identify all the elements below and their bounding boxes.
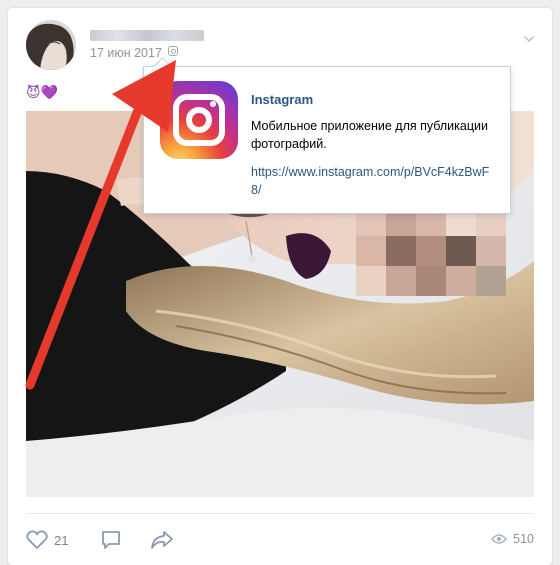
chevron-down-icon[interactable] — [524, 34, 534, 44]
preview-description: Мобильное приложение для публикации фото… — [251, 119, 488, 151]
share-icon — [151, 531, 173, 549]
preview-link[interactable]: https://www.instagram.com/p/BVcF4kzBwF8/ — [251, 163, 491, 199]
comment-button[interactable] — [100, 528, 122, 552]
views-count: 510 — [513, 532, 534, 546]
logo-lens — [186, 107, 212, 133]
share-button[interactable] — [150, 528, 174, 552]
logo-dot — [210, 101, 216, 107]
post-card: 17 июн 2017 😈💜 21 510 Instagram Мобильно… — [8, 8, 552, 565]
avatar[interactable] — [26, 20, 76, 70]
instagram-icon[interactable] — [168, 46, 178, 56]
post-date[interactable]: 17 июн 2017 — [90, 46, 162, 60]
tooltip-pointer — [153, 57, 172, 76]
devil-emoji: 😈 — [26, 84, 41, 100]
like-count: 21 — [54, 532, 69, 548]
purple-heart-emoji: 💜 — [40, 84, 59, 100]
avatar-photo — [26, 20, 76, 70]
like-button[interactable]: 21 — [26, 528, 68, 552]
post-text: 😈💜 — [26, 84, 58, 100]
heart-icon — [26, 530, 48, 549]
pixelated-face — [356, 206, 506, 296]
instagram-logo-icon[interactable] — [160, 81, 238, 159]
link-preview-tooltip: Instagram Мобильное приложение для публи… — [143, 57, 511, 214]
preview-title[interactable]: Instagram — [251, 92, 313, 107]
actions-divider — [26, 513, 534, 514]
views-counter: 510 — [491, 532, 534, 546]
author-name-redacted[interactable] — [90, 30, 204, 41]
eye-icon — [491, 534, 508, 544]
comment-icon — [102, 531, 120, 549]
